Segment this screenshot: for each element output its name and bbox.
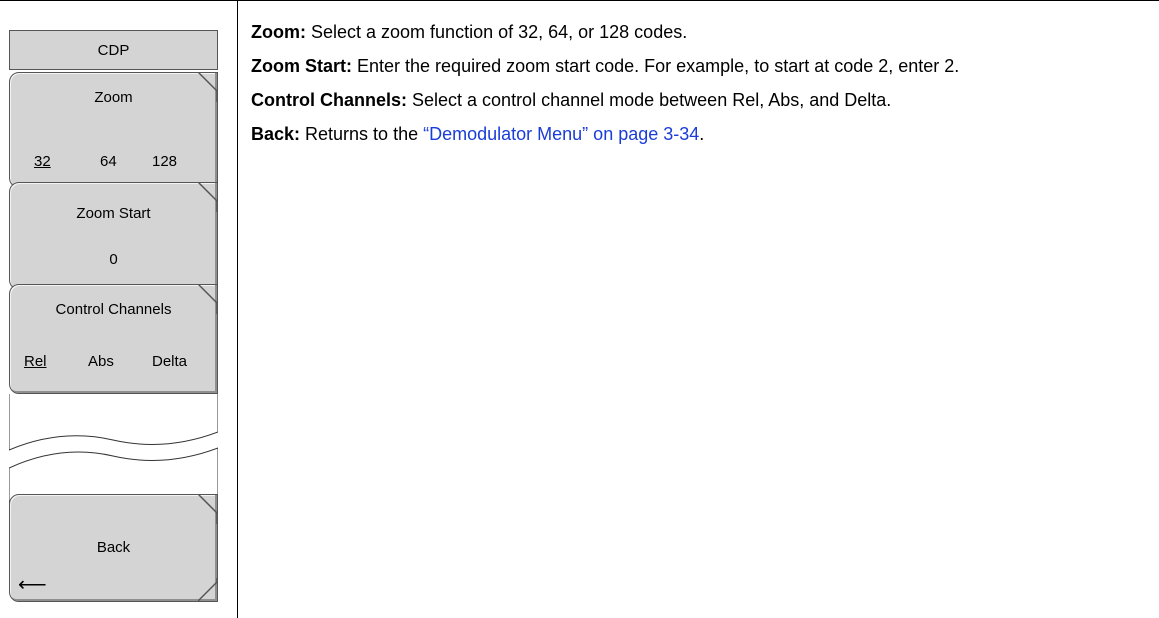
key-descriptions: Zoom: Select a zoom function of 32, 64, … bbox=[251, 20, 1141, 156]
zoom-key[interactable]: Zoom 32 64 128 bbox=[9, 72, 218, 188]
key-bevel-corner-bottom bbox=[198, 578, 218, 602]
zoom-option-64: 64 bbox=[100, 153, 117, 170]
menu-title: CDP bbox=[9, 30, 218, 70]
zoom-key-label: Zoom bbox=[94, 89, 133, 106]
demodulator-menu-link[interactable]: “Demodulator Menu” on page 3-34 bbox=[423, 124, 699, 144]
option-abs: Abs bbox=[88, 353, 114, 370]
soft-key-menu: CDP Zoom 32 64 128 Zoom Start 0 Control … bbox=[0, 0, 237, 618]
key-bevel-corner bbox=[198, 494, 218, 524]
option-rel: Rel bbox=[24, 353, 47, 370]
zoom-option-32: 32 bbox=[34, 153, 51, 170]
text-zoom: Select a zoom function of 32, 64, or 128… bbox=[305, 22, 688, 42]
description-back: Back: Returns to the “Demodulator Menu” … bbox=[251, 122, 1141, 147]
term-control-channels: Control Channels: bbox=[251, 90, 407, 110]
column-divider bbox=[237, 0, 238, 618]
control-channels-key[interactable]: Control Channels Rel Abs Delta bbox=[9, 284, 218, 394]
term-zoom-start: Zoom Start: bbox=[251, 56, 352, 76]
description-control-channels: Control Channels: Select a control chann… bbox=[251, 88, 1141, 113]
back-key[interactable]: Back ⟵ bbox=[9, 494, 218, 602]
description-zoom-start: Zoom Start: Enter the required zoom star… bbox=[251, 54, 1141, 79]
back-key-label: Back bbox=[96, 539, 131, 556]
text-back: Returns to the bbox=[300, 124, 424, 144]
zoom-start-value: 0 bbox=[109, 251, 118, 268]
description-zoom: Zoom: Select a zoom function of 32, 64, … bbox=[251, 20, 1141, 45]
option-delta: Delta bbox=[152, 353, 188, 370]
text-zoom-start: Enter the required zoom start code. For … bbox=[352, 56, 960, 76]
text-control-channels: Select a control channel mode between Re… bbox=[407, 90, 892, 110]
text-back-after: . bbox=[699, 124, 705, 144]
zoom-start-key-label: Zoom Start bbox=[76, 205, 151, 222]
zoom-start-key[interactable]: Zoom Start 0 bbox=[9, 182, 218, 290]
term-zoom: Zoom: bbox=[251, 22, 306, 42]
left-arrow-icon: ⟵ bbox=[18, 574, 47, 596]
control-channels-key-label: Control Channels bbox=[55, 301, 172, 318]
term-back: Back: bbox=[251, 124, 301, 144]
zoom-option-128: 128 bbox=[152, 153, 178, 170]
